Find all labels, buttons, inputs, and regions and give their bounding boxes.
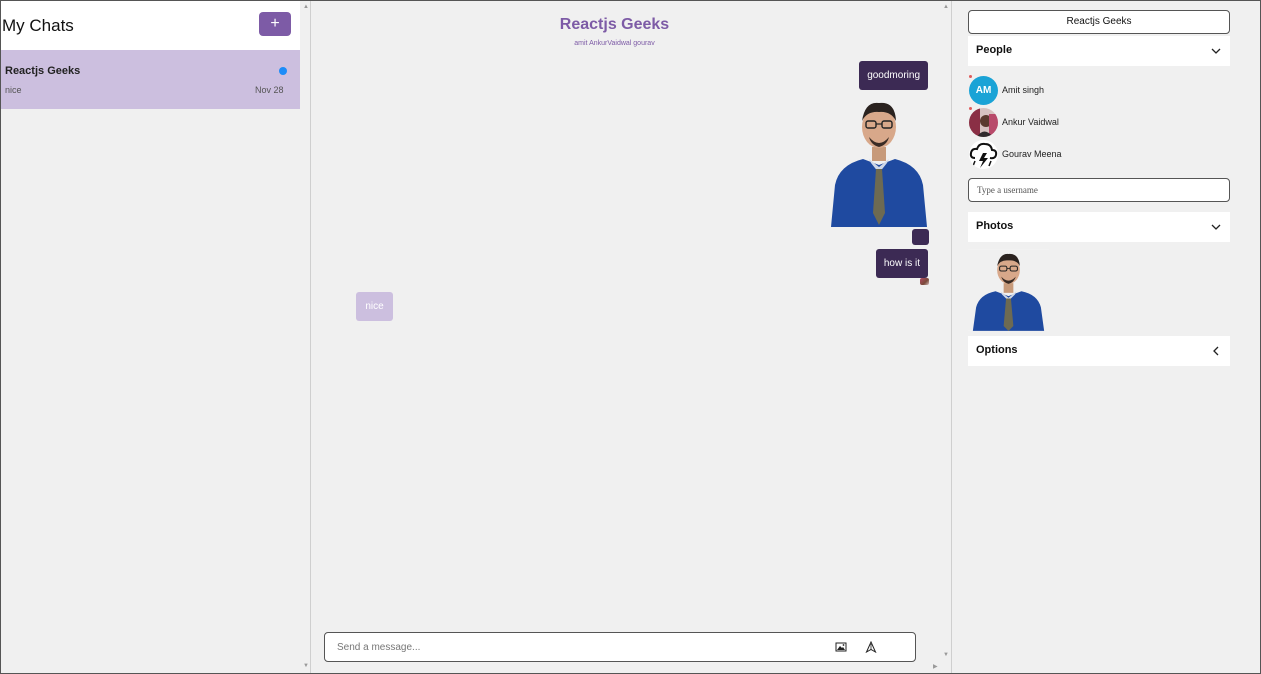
person-photo-icon bbox=[969, 108, 998, 137]
chevron-left-icon bbox=[1213, 346, 1219, 356]
chat-feed-members: amit AnkurVaidwal gourav bbox=[574, 40, 655, 47]
scroll-down-arrow-icon[interactable]: ▼ bbox=[303, 663, 309, 669]
avatar bbox=[969, 108, 998, 137]
people-section-label: People bbox=[976, 44, 1013, 56]
chat-title-field[interactable]: Reactjs Geeks bbox=[968, 10, 1230, 34]
chat-list-panel: My Chats + Reactjs Geeks nice Nov 28 ▲ ▼ bbox=[1, 1, 311, 673]
unread-indicator-dot bbox=[279, 67, 287, 75]
new-chat-button[interactable]: + bbox=[259, 12, 291, 36]
photos-section-header[interactable]: Photos bbox=[968, 212, 1230, 242]
my-message-bubble: goodmoring bbox=[859, 61, 928, 90]
options-section-label: Options bbox=[976, 344, 1018, 356]
chat-list-title: My Chats bbox=[2, 16, 74, 35]
person-name: Ankur Vaidwal bbox=[1002, 117, 1059, 127]
message-composer bbox=[324, 632, 916, 662]
their-message-bubble: nice bbox=[356, 292, 393, 321]
add-username-input[interactable] bbox=[968, 178, 1230, 202]
scroll-up-arrow-icon[interactable]: ▲ bbox=[943, 4, 949, 10]
chat-card-title: Reactjs Geeks bbox=[5, 65, 81, 77]
chat-card-date: Nov 28 bbox=[255, 85, 284, 95]
person-photo-icon bbox=[968, 249, 1049, 331]
people-section-header[interactable]: People bbox=[968, 36, 1230, 66]
image-message[interactable] bbox=[829, 93, 929, 227]
chat-list-header: My Chats + bbox=[1, 1, 300, 50]
scroll-right-arrow-icon[interactable]: ▶ bbox=[933, 663, 938, 670]
person-item[interactable]: AM Amit singh bbox=[968, 75, 1230, 106]
read-receipt-avatar bbox=[920, 278, 929, 285]
send-icon[interactable] bbox=[865, 641, 877, 653]
person-photo-icon bbox=[829, 93, 929, 227]
image-upload-icon[interactable] bbox=[835, 641, 847, 653]
chat-feed-title: Reactjs Geeks bbox=[559, 16, 670, 33]
options-section-header[interactable]: Options bbox=[968, 336, 1230, 366]
photo-thumbnail[interactable] bbox=[968, 249, 1049, 331]
message-input[interactable] bbox=[325, 633, 825, 661]
photos-section-label: Photos bbox=[976, 220, 1014, 232]
storm-cloud-icon bbox=[969, 140, 998, 169]
chat-card-last-message: nice bbox=[5, 85, 22, 95]
chat-card[interactable]: Reactjs Geeks nice Nov 28 bbox=[1, 50, 300, 109]
chat-settings-panel: Reactjs Geeks People AM Amit singh Ankur… bbox=[953, 1, 1260, 673]
person-item[interactable]: Gourav Meena bbox=[968, 140, 1230, 170]
scroll-up-arrow-icon[interactable]: ▲ bbox=[303, 4, 309, 10]
chevron-down-icon bbox=[1211, 224, 1221, 230]
my-message-bubble bbox=[912, 229, 929, 245]
person-item[interactable]: Ankur Vaidwal bbox=[968, 107, 1230, 138]
person-name: Amit singh bbox=[1002, 85, 1045, 95]
my-message-bubble: how is it bbox=[875, 249, 928, 278]
chat-feed: Reactjs Geeks amit AnkurVaidwal gourav g… bbox=[312, 1, 952, 673]
avatar bbox=[969, 140, 998, 169]
chevron-down-icon bbox=[1211, 48, 1221, 54]
person-name: Gourav Meena bbox=[1002, 149, 1062, 159]
avatar: AM bbox=[969, 76, 998, 105]
scroll-down-arrow-icon[interactable]: ▼ bbox=[943, 652, 949, 658]
online-status-dot bbox=[969, 75, 972, 78]
online-status-dot bbox=[969, 107, 972, 110]
